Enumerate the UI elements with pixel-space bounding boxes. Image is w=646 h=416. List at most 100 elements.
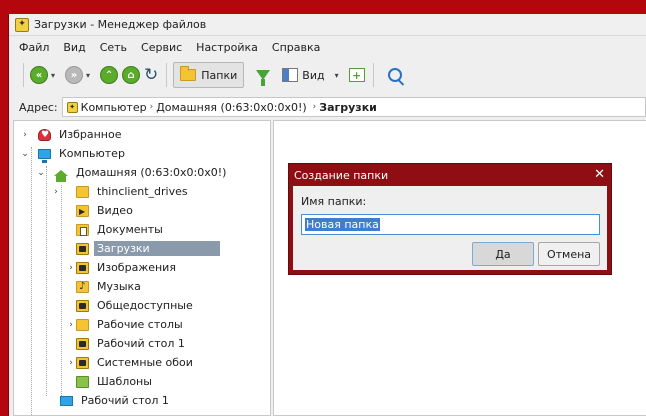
tree-item-label: Избранное (59, 128, 122, 141)
filter-icon (256, 70, 271, 86)
up-arrow-icon: ⌃ (100, 66, 119, 84)
title-bar: ✦ Загрузки - Менеджер файлов (9, 14, 646, 36)
app-icon: ✦ (15, 17, 29, 32)
tree-item-label: Изображения (97, 261, 176, 274)
home-button[interactable]: ⌂ (122, 63, 141, 87)
ok-button[interactable]: Да (472, 242, 534, 266)
public-folder-icon (76, 299, 89, 312)
tree-item-documents[interactable]: Документы (14, 220, 270, 239)
folder-icon (76, 318, 89, 331)
chevron-right-icon[interactable]: › (66, 358, 76, 368)
forward-icon: » (65, 66, 84, 84)
home-icon (54, 169, 68, 182)
wallpapers-folder-icon (76, 356, 89, 369)
new-window-button[interactable]: + (348, 63, 365, 87)
chevron-down-icon[interactable]: ⌄ (36, 168, 46, 178)
tree-item-music[interactable]: Музыка (14, 277, 270, 296)
chevron-down-icon[interactable]: ▾ (51, 71, 55, 80)
menu-view[interactable]: Вид (63, 41, 85, 54)
tree-item-pictures[interactable]: › Изображения (14, 258, 270, 277)
tree-item-label: Домашняя (0:63:0x0:0x0!) (76, 166, 227, 179)
forward-button[interactable]: » ▾ (65, 63, 96, 87)
view-button[interactable]: Вид ▾ (282, 63, 344, 87)
pictures-folder-icon (76, 261, 89, 274)
view-icon (282, 68, 299, 82)
menu-settings[interactable]: Настройка (196, 41, 258, 54)
tree-item-label: Музыка (97, 280, 141, 293)
refresh-icon: ↻ (144, 64, 159, 85)
tree-item-desktop-1-root[interactable]: Рабочий стол 1 (14, 391, 270, 410)
templates-folder-icon (76, 375, 89, 388)
documents-folder-icon (76, 223, 89, 236)
dialog-title: Создание папки (294, 168, 389, 182)
computer-icon (38, 148, 51, 163)
tree-item-label: Документы (97, 223, 163, 236)
new-window-icon: + (348, 68, 365, 82)
chevron-right-icon[interactable]: › (51, 187, 61, 197)
folder-icon (76, 185, 89, 198)
folders-button[interactable]: Папки (173, 62, 245, 88)
tree-item-desktop-1[interactable]: Рабочий стол 1 (14, 334, 270, 353)
back-button[interactable]: « ▾ (30, 63, 61, 87)
menu-help[interactable]: Справка (272, 41, 320, 54)
folders-label: Папки (201, 68, 238, 82)
search-button[interactable] (380, 63, 402, 87)
crumb-downloads[interactable]: Загрузки (319, 101, 377, 114)
home-icon: ⌂ (122, 66, 141, 84)
chevron-right-icon[interactable]: › (20, 130, 30, 140)
tree-item-label: Видео (97, 204, 133, 217)
tree-item-computer[interactable]: ⌄ Компьютер (14, 144, 270, 163)
folder-icon (180, 66, 197, 81)
search-icon (387, 68, 402, 82)
menu-file[interactable]: Файл (19, 41, 49, 54)
tree-item-label: Компьютер (59, 147, 125, 160)
tree-item-public[interactable]: Общедоступные (14, 296, 270, 315)
folder-tree[interactable]: › Избранное ⌄ Компьютер ⌄ Домашняя (0:63… (13, 120, 271, 416)
chevron-down-icon[interactable]: ▾ (86, 71, 90, 80)
chevron-right-icon: › (149, 102, 154, 112)
dialog-title-bar: Создание папки ✕ (289, 164, 611, 186)
tree-item-video[interactable]: Видео (14, 201, 270, 220)
filter-button[interactable] (248, 63, 278, 87)
close-icon[interactable]: ✕ (594, 167, 605, 183)
tree-item-label: Общедоступные (97, 299, 193, 312)
chevron-down-icon[interactable]: ▾ (335, 71, 339, 80)
view-label: Вид (302, 68, 325, 82)
tree-item-home[interactable]: ⌄ Домашняя (0:63:0x0:0x0!) (14, 163, 270, 182)
toolbar: « ▾ » ▾ ⌃ ⌂ ↻ Папки Вид ▾ + (9, 58, 646, 92)
crumb-home[interactable]: Домашняя (0:63:0x0:0x0!) (156, 101, 306, 114)
up-button[interactable]: ⌃ (100, 63, 119, 87)
tree-item-downloads[interactable]: Загрузки (14, 239, 270, 258)
tree-item-label: Рабочие столы (97, 318, 183, 331)
chevron-right-icon[interactable]: › (66, 263, 76, 273)
tree-item-label: Рабочий стол 1 (97, 337, 185, 350)
desktop-icon (60, 395, 73, 406)
refresh-button[interactable]: ↻ (144, 63, 158, 87)
folder-name-label: Имя папки: (301, 195, 367, 208)
menu-network[interactable]: Сеть (100, 41, 127, 54)
tree-item-thinclient-drives[interactable]: › thinclient_drives (14, 182, 270, 201)
desktop-folder-icon (76, 337, 89, 350)
video-folder-icon (76, 204, 89, 217)
music-folder-icon (76, 280, 89, 293)
tree-item-wallpapers[interactable]: › Системные обои (14, 353, 270, 372)
window-title: Загрузки - Менеджер файлов (34, 18, 207, 31)
crumb-computer[interactable]: Компьютер (81, 101, 147, 114)
menu-service[interactable]: Сервис (141, 41, 182, 54)
tree-item-desktops[interactable]: › Рабочие столы (14, 315, 270, 334)
folder-name-input[interactable]: Новая папка (301, 214, 600, 235)
tree-item-label: thinclient_drives (97, 185, 188, 198)
tree-item-label: Рабочий стол 1 (81, 394, 169, 407)
tree-item-label: Загрузки (94, 241, 220, 256)
chevron-down-icon[interactable]: ⌄ (20, 149, 30, 159)
address-field[interactable]: ✦ Компьютер › Домашняя (0:63:0x0:0x0!) ›… (61, 97, 646, 117)
tree-item-favorites[interactable]: › Избранное (14, 125, 270, 144)
tree-item-templates[interactable]: Шаблоны (14, 372, 270, 391)
address-label: Адрес: (19, 100, 58, 114)
address-bar: Адрес: ✦ Компьютер › Домашняя (0:63:0x0:… (9, 96, 646, 118)
tree-item-label: Системные обои (97, 356, 193, 369)
chevron-right-icon[interactable]: › (66, 320, 76, 330)
toolbar-separator (166, 63, 168, 87)
back-icon: « (30, 66, 48, 84)
cancel-button[interactable]: Отмена (538, 242, 600, 266)
